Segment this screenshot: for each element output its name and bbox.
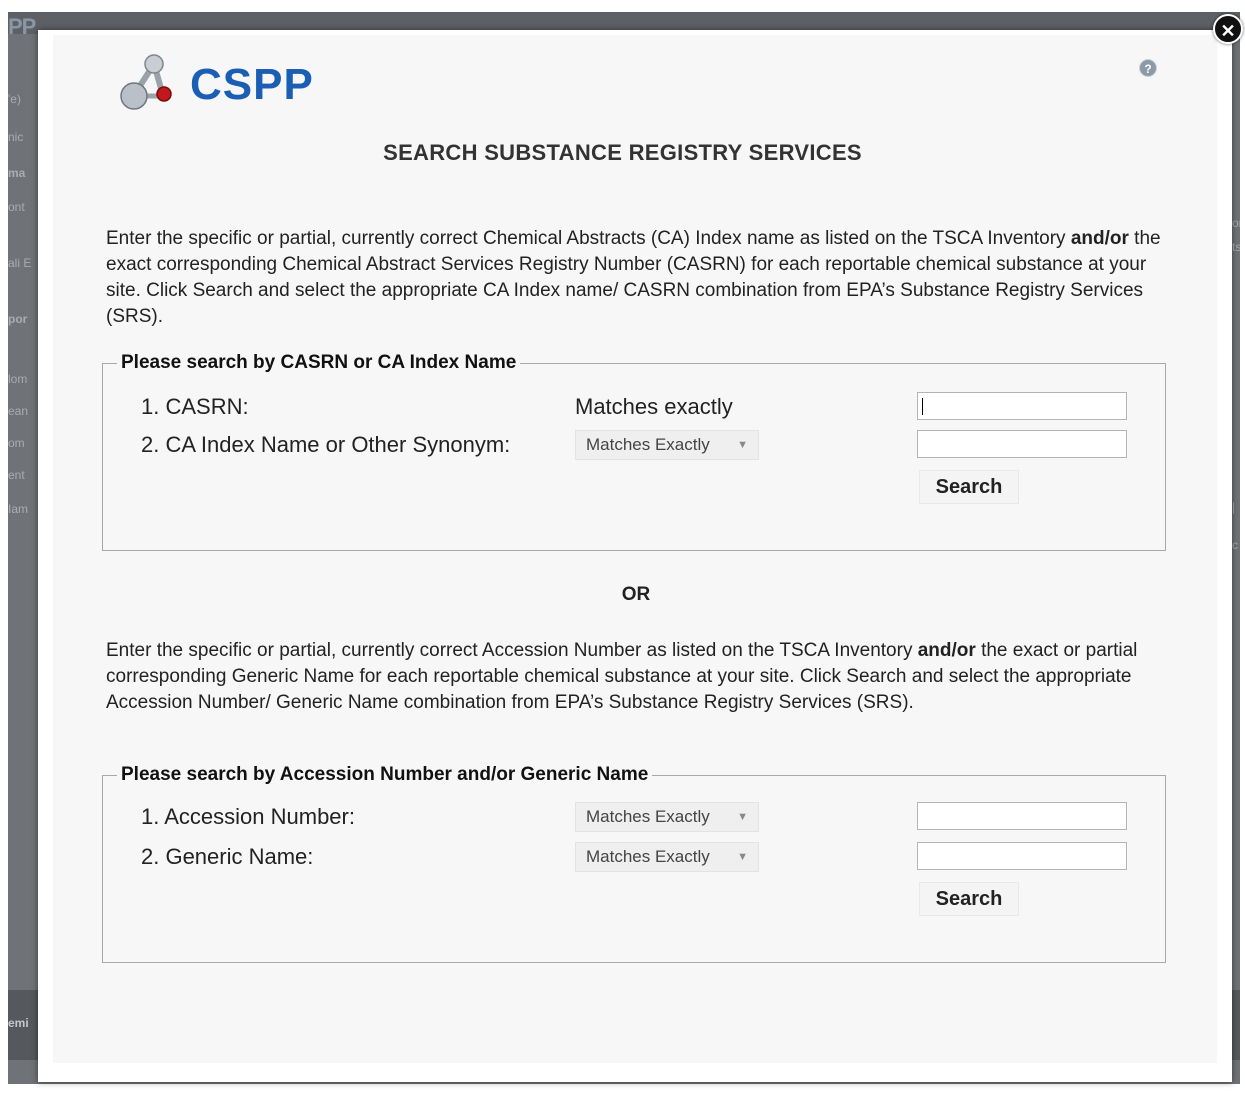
chevron-down-icon: ▼	[737, 439, 748, 451]
intro-emphasis: and/or	[917, 640, 976, 661]
background-text: por	[8, 312, 28, 326]
ca-index-name-match-select[interactable]: Matches Exactly ▼	[575, 430, 759, 460]
background-text: Iam	[8, 502, 29, 516]
generic-name-match-select[interactable]: Matches Exactly ▼	[575, 842, 759, 872]
search-button-casrn[interactable]: Search	[919, 470, 1019, 504]
intro-emphasis: and/or	[1070, 228, 1129, 249]
chevron-down-icon: ▼	[737, 851, 748, 863]
group-legend: Please search by CASRN or CA Index Name	[121, 352, 517, 373]
background-text: c	[1232, 538, 1238, 552]
intro-text-accession: Enter the specific or partial, currently…	[106, 638, 1166, 716]
ca-index-name-label: 2. CA Index Name or Other Synonym:	[141, 432, 511, 457]
group-legend: Please search by Accession Number and/or…	[121, 764, 649, 785]
page-title: SEARCH SUBSTANCE REGISTRY SERVICES	[383, 140, 862, 165]
casrn-match-text: Matches exactly	[575, 394, 733, 419]
background-text: ont	[8, 200, 25, 214]
background-text: or	[1232, 216, 1240, 230]
background-text: ali E	[8, 256, 32, 270]
background-text: ts	[1232, 240, 1240, 254]
casrn-input[interactable]	[917, 392, 1127, 420]
background-text: ean	[8, 404, 29, 418]
ca-index-name-input[interactable]	[917, 430, 1127, 458]
background-text: 'e)	[8, 92, 21, 106]
help-icon[interactable]: ?	[1139, 59, 1157, 77]
background-text: lom	[8, 372, 28, 386]
intro-text: Enter the specific or partial, currently…	[106, 228, 1071, 249]
accession-number-label: 1. Accession Number:	[141, 804, 355, 829]
cspp-logo: CSPP	[118, 52, 313, 112]
chevron-down-icon: ▼	[737, 811, 748, 823]
select-value: Matches Exactly	[586, 807, 710, 826]
molecule-icon	[120, 54, 172, 110]
intro-text: Enter the specific or partial, currently…	[106, 640, 918, 661]
background-text: ma	[8, 166, 26, 180]
background-text: emi	[8, 1016, 29, 1030]
close-icon[interactable]: ✕	[1213, 14, 1243, 44]
accession-number-match-select[interactable]: Matches Exactly ▼	[575, 802, 759, 832]
casrn-label: 1. CASRN:	[141, 394, 249, 419]
intro-text-casrn: Enter the specific or partial, currently…	[106, 226, 1166, 330]
background-text: ent	[8, 468, 25, 482]
generic-name-input[interactable]	[917, 842, 1127, 870]
select-value: Matches Exactly	[586, 435, 710, 454]
select-value: Matches Exactly	[586, 847, 710, 866]
text-cursor	[922, 398, 923, 415]
generic-name-label: 2. Generic Name:	[141, 844, 314, 869]
accession-number-input[interactable]	[917, 802, 1127, 830]
background-text: |	[1232, 500, 1236, 514]
or-separator: OR	[621, 584, 651, 605]
logo-text: CSPP	[190, 60, 314, 109]
background-text: om	[8, 436, 25, 450]
search-button-accession[interactable]: Search	[919, 882, 1019, 916]
